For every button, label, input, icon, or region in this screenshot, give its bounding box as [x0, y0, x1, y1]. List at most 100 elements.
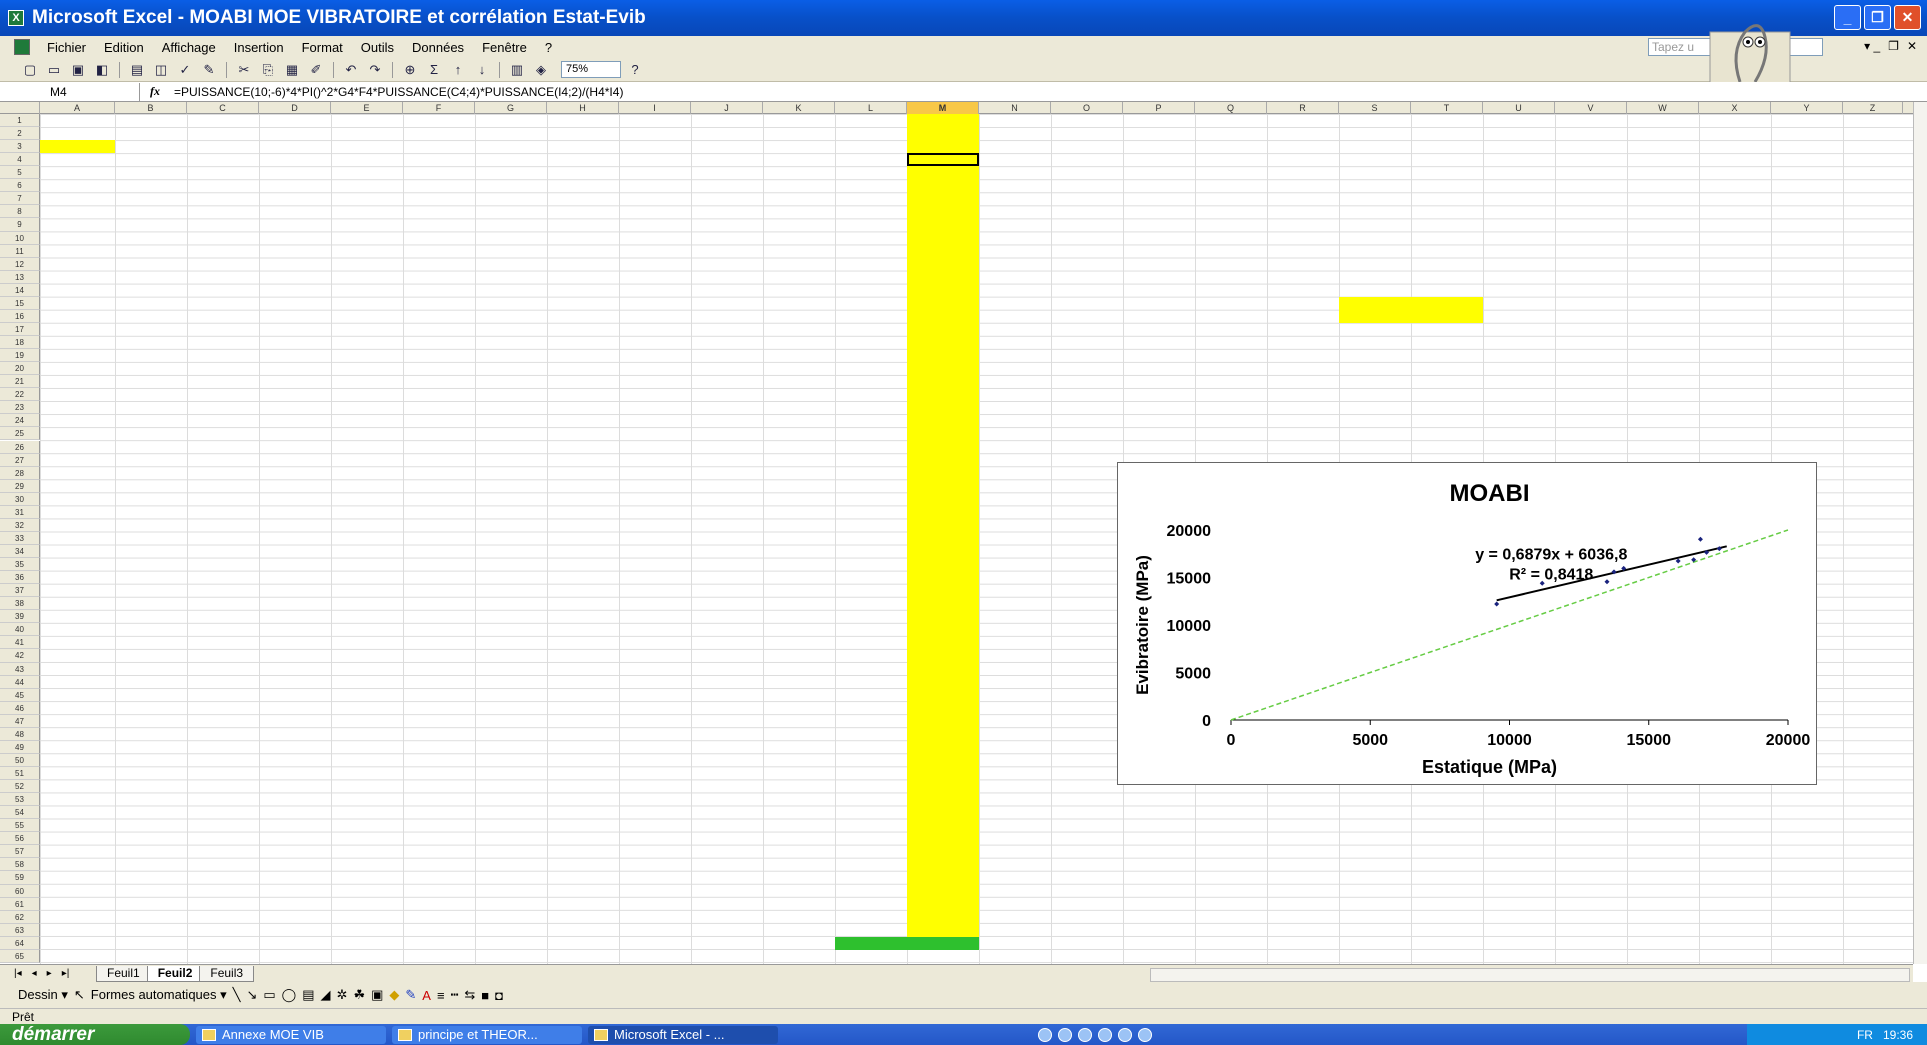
table-cell[interactable]: [115, 806, 187, 819]
table-cell[interactable]: [547, 741, 619, 754]
table-cell[interactable]: [115, 845, 187, 858]
tray-icon[interactable]: [1038, 1027, 1052, 1042]
column-header-T[interactable]: T: [1411, 102, 1483, 114]
table-cell[interactable]: [475, 153, 547, 166]
table-cell[interactable]: [187, 571, 259, 584]
header-cell[interactable]: [187, 127, 259, 140]
table-cell[interactable]: [40, 284, 115, 297]
table-cell[interactable]: [40, 401, 115, 414]
table-cell[interactable]: [331, 741, 403, 754]
table-cell[interactable]: [691, 597, 763, 610]
header-cell[interactable]: [763, 114, 835, 127]
table-cell[interactable]: [40, 179, 115, 192]
table-cell[interactable]: [331, 676, 403, 689]
first-sheet-icon[interactable]: |◂: [14, 968, 22, 979]
table-cell[interactable]: [403, 793, 475, 806]
table-cell[interactable]: [691, 427, 763, 440]
table-cell[interactable]: [691, 297, 763, 310]
table-cell[interactable]: [475, 480, 547, 493]
table-cell[interactable]: [259, 349, 331, 362]
header-cell[interactable]: [547, 114, 619, 127]
table-cell[interactable]: [475, 871, 547, 884]
table-cell[interactable]: [691, 388, 763, 401]
table-cell[interactable]: [40, 845, 115, 858]
row-header[interactable]: 54: [0, 806, 40, 820]
table-cell[interactable]: [619, 832, 691, 845]
table-cell[interactable]: [115, 362, 187, 375]
table-cell[interactable]: [187, 153, 259, 166]
print-icon[interactable]: ▤: [127, 61, 147, 79]
table-cell[interactable]: [403, 845, 475, 858]
estat-cell[interactable]: [1339, 153, 1411, 166]
table-cell[interactable]: [475, 610, 547, 623]
table-cell[interactable]: [259, 153, 331, 166]
table-cell[interactable]: [403, 519, 475, 532]
sheet-tab-feuil2[interactable]: Feuil2: [146, 965, 204, 982]
table-cell[interactable]: [691, 519, 763, 532]
row-header[interactable]: 22: [0, 388, 40, 402]
table-cell[interactable]: [907, 571, 979, 584]
table-cell[interactable]: [475, 336, 547, 349]
table-cell[interactable]: [547, 702, 619, 715]
table-cell[interactable]: [619, 519, 691, 532]
table-cell[interactable]: [403, 179, 475, 192]
undo-icon[interactable]: ↶: [341, 61, 361, 79]
table-cell[interactable]: [547, 467, 619, 480]
3d-icon[interactable]: ◘: [495, 988, 503, 1003]
redo-icon[interactable]: ↷: [365, 61, 385, 79]
line-icon[interactable]: ╲: [233, 987, 241, 1003]
table-cell[interactable]: [331, 597, 403, 610]
table-cell[interactable]: [691, 558, 763, 571]
row-header[interactable]: 47: [0, 714, 40, 728]
table-cell[interactable]: [691, 649, 763, 662]
sort-asc-icon[interactable]: ↑: [448, 61, 468, 79]
table-cell[interactable]: [187, 871, 259, 884]
table-cell[interactable]: [259, 649, 331, 662]
table-cell[interactable]: [907, 741, 979, 754]
table-cell[interactable]: [691, 245, 763, 258]
row-header[interactable]: 58: [0, 858, 40, 872]
table-cell[interactable]: [475, 741, 547, 754]
table-cell[interactable]: [259, 545, 331, 558]
table-cell[interactable]: [691, 636, 763, 649]
table-cell[interactable]: [331, 871, 403, 884]
menu-7[interactable]: Fenêtre: [473, 40, 536, 55]
evib-cell[interactable]: [1411, 205, 1483, 218]
table-cell[interactable]: [475, 858, 547, 871]
table-cell[interactable]: [547, 454, 619, 467]
table-cell[interactable]: [691, 754, 763, 767]
ecart-label[interactable]: [835, 950, 907, 963]
save-icon[interactable]: ▣: [68, 61, 88, 79]
header-cell[interactable]: [691, 114, 763, 127]
table-cell[interactable]: [331, 232, 403, 245]
table-cell[interactable]: [403, 414, 475, 427]
table-cell[interactable]: [475, 427, 547, 440]
table-cell[interactable]: [403, 636, 475, 649]
table-cell[interactable]: [115, 623, 187, 636]
table-cell[interactable]: [403, 323, 475, 336]
table-cell[interactable]: [259, 205, 331, 218]
table-cell[interactable]: [907, 845, 979, 858]
table-cell[interactable]: [547, 375, 619, 388]
table-cell[interactable]: [40, 153, 115, 166]
table-cell[interactable]: [115, 715, 187, 728]
table-cell[interactable]: [115, 636, 187, 649]
table-cell[interactable]: [619, 871, 691, 884]
moyenne-estat[interactable]: [1339, 296, 1411, 310]
table-cell[interactable]: [619, 584, 691, 597]
table-cell[interactable]: [115, 871, 187, 884]
table-cell[interactable]: [547, 676, 619, 689]
table-cell[interactable]: [691, 911, 763, 924]
table-cell[interactable]: [403, 767, 475, 780]
table-cell[interactable]: [187, 454, 259, 467]
table-cell[interactable]: [907, 493, 979, 506]
table-cell[interactable]: [40, 649, 115, 662]
table-cell[interactable]: [259, 558, 331, 571]
table-cell[interactable]: [115, 767, 187, 780]
table-cell[interactable]: [691, 258, 763, 271]
table-cell[interactable]: [259, 819, 331, 832]
table-cell[interactable]: [40, 349, 115, 362]
table-cell[interactable]: [115, 349, 187, 362]
table-cell[interactable]: [115, 232, 187, 245]
column-header-L[interactable]: L: [835, 102, 907, 114]
